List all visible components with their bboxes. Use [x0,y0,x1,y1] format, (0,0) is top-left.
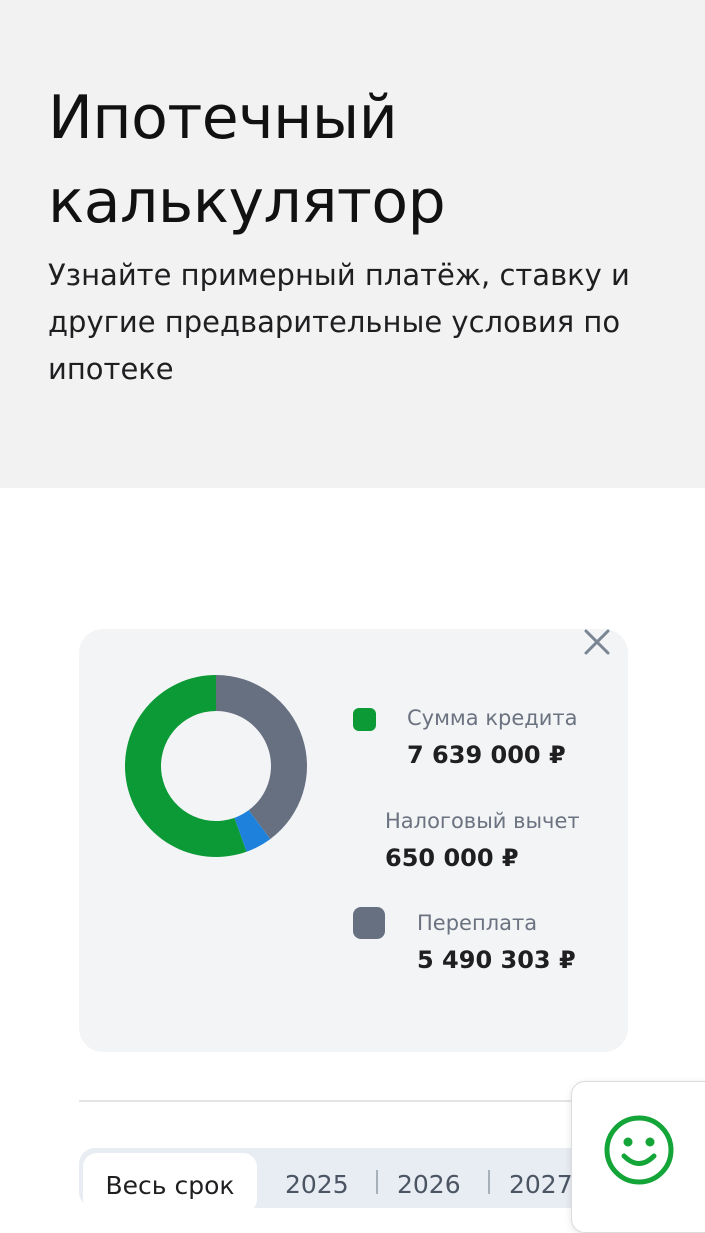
legend-value-overpayment: 5 490 303 ₽ [417,946,576,974]
page-title: Ипотечный калькулятор [48,83,446,237]
tab-2025[interactable]: 2025 [285,1148,349,1208]
tab-2027[interactable]: 2027 [509,1148,573,1208]
tab-separator [376,1170,378,1194]
tab-separator [488,1170,490,1194]
legend-value-loan: 7 639 000 ₽ [407,741,566,769]
legend-marker-loan [353,708,376,731]
page-subtitle: Узнайте примерный платёж, ставку и други… [48,258,630,386]
legend-marker-overpayment [353,907,385,939]
legend-label-overpayment: Переплата [417,911,538,935]
close-icon[interactable] [579,626,615,660]
legend-label-deduction: Налоговый вычет [385,809,580,833]
donut-slice-2 [216,675,307,840]
hero-section: Ипотечный калькулятор Узнайте примерный … [0,0,705,488]
assistant-button[interactable] [571,1081,705,1233]
legend-label-loan: Сумма кредита [407,706,578,730]
tab-2026[interactable]: 2026 [397,1148,461,1208]
donut-chart [125,675,307,857]
smiley-icon [604,1115,674,1185]
legend-value-deduction: 650 000 ₽ [385,844,519,872]
